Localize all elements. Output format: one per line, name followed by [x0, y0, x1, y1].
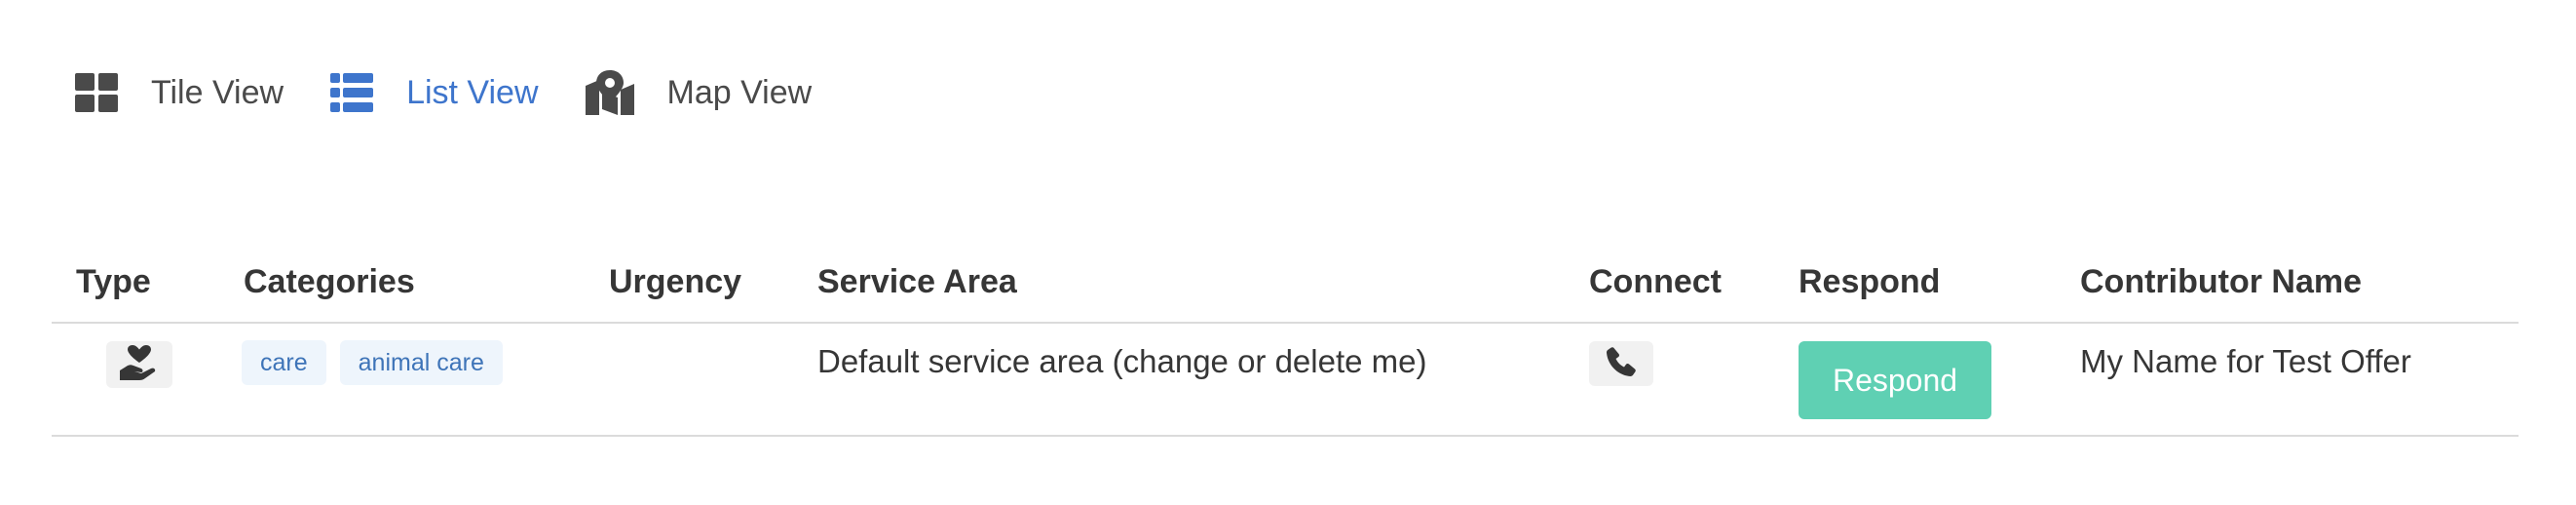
- map-view-label: Map View: [666, 73, 813, 111]
- contributor-name: My Name for Test Offer: [2080, 343, 2411, 379]
- header-type: Type: [76, 263, 151, 300]
- respond-button[interactable]: Respond: [1799, 341, 1991, 419]
- map-view-tab[interactable]: Map View: [585, 70, 813, 115]
- tile-view-label: Tile View: [151, 73, 284, 111]
- page: Tile View List View Map View Type Catego…: [0, 0, 2576, 505]
- header-urgency: Urgency: [609, 263, 742, 300]
- connect-phone-button[interactable]: [1589, 341, 1653, 386]
- header-categories: Categories: [244, 263, 415, 300]
- list-view-label: List View: [406, 73, 539, 111]
- offer-type-badge: [106, 341, 172, 388]
- grid-icon: [75, 73, 118, 112]
- categories-cell: care animal care: [242, 340, 516, 385]
- view-switcher: Tile View List View Map View: [75, 70, 858, 115]
- category-tag[interactable]: animal care: [339, 340, 503, 385]
- map-icon: [585, 70, 634, 115]
- header-connect: Connect: [1589, 263, 1722, 300]
- offers-table: Type Categories Urgency Service Area Con…: [52, 252, 2519, 437]
- category-tag[interactable]: care: [242, 340, 326, 385]
- header-contributor-name: Contributor Name: [2080, 263, 2362, 300]
- list-icon: [330, 73, 374, 112]
- table-header: Type Categories Urgency Service Area Con…: [52, 252, 2519, 324]
- header-respond: Respond: [1799, 263, 1941, 300]
- hand-heart-icon: [120, 344, 159, 385]
- phone-icon: [1606, 346, 1637, 382]
- list-view-tab[interactable]: List View: [330, 73, 539, 112]
- service-area-text: Default service area (change or delete m…: [817, 343, 1427, 379]
- table-row: care animal care Default service area (c…: [52, 324, 2519, 437]
- header-service-area: Service Area: [817, 263, 1017, 300]
- tile-view-tab[interactable]: Tile View: [75, 73, 284, 112]
